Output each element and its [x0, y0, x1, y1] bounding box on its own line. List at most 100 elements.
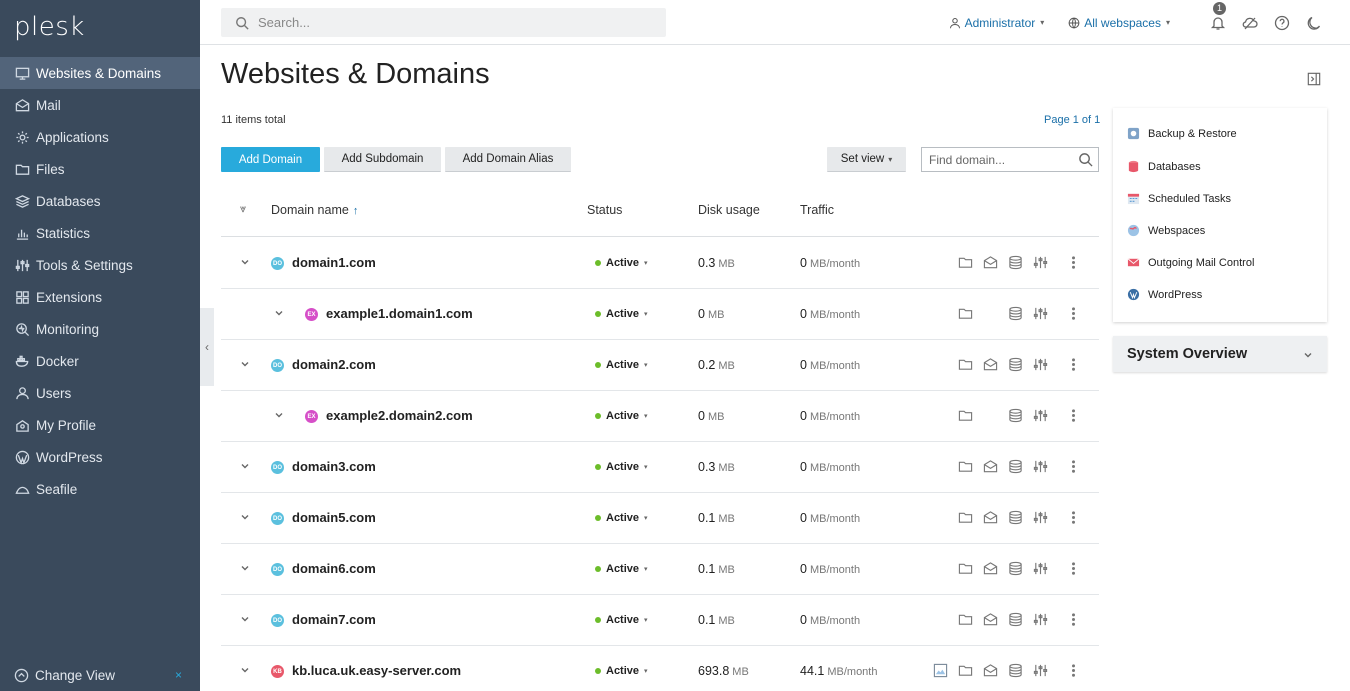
cloud-button[interactable]	[1242, 15, 1258, 31]
database-icon[interactable]	[1008, 663, 1024, 679]
search-icon[interactable]	[1078, 152, 1093, 167]
database-icon[interactable]	[1008, 459, 1024, 475]
more-options-icon[interactable]	[1066, 561, 1082, 577]
sidebar-item-mail[interactable]: Mail	[0, 89, 200, 121]
settings-sliders-icon[interactable]	[1033, 255, 1049, 271]
expand-row-icon[interactable]	[240, 613, 250, 627]
expand-row-icon[interactable]	[274, 307, 284, 321]
status-dropdown[interactable]: Active ▾	[595, 257, 648, 269]
more-options-icon[interactable]	[1066, 357, 1082, 373]
domain-name-link[interactable]: kb.luca.uk.easy-server.com	[292, 663, 461, 678]
settings-sliders-icon[interactable]	[1033, 408, 1049, 424]
status-dropdown[interactable]: Active ▾	[595, 359, 648, 371]
domain-name-link[interactable]: example1.domain1.com	[326, 306, 473, 321]
settings-sliders-icon[interactable]	[1033, 459, 1049, 475]
find-domain-input[interactable]: Find domain...	[921, 147, 1099, 172]
database-icon[interactable]	[1008, 561, 1024, 577]
mail-icon[interactable]	[983, 663, 999, 679]
status-dropdown[interactable]: Active ▾	[595, 410, 648, 422]
more-options-icon[interactable]	[1066, 612, 1082, 628]
expand-row-icon[interactable]	[240, 256, 250, 270]
folder-icon[interactable]	[958, 255, 974, 271]
add-subdomain-button[interactable]: Add Subdomain	[324, 147, 441, 172]
theme-toggle-button[interactable]	[1306, 15, 1322, 31]
sidebar-item-monitoring[interactable]: Monitoring	[0, 313, 200, 345]
sidebar-item-users[interactable]: Users	[0, 377, 200, 409]
wordpress-link[interactable]: WordPress	[1127, 288, 1202, 301]
domain-name-link[interactable]: domain1.com	[292, 255, 376, 270]
expand-row-icon[interactable]	[240, 460, 250, 474]
mail-icon[interactable]	[983, 561, 999, 577]
folder-icon[interactable]	[958, 663, 974, 679]
search-input[interactable]: Search...	[221, 8, 666, 37]
sidebar-item-wordpress[interactable]: WordPress	[0, 441, 200, 473]
domain-name-link[interactable]: domain7.com	[292, 612, 376, 627]
sidebar-item-files[interactable]: Files	[0, 153, 200, 185]
mail-icon[interactable]	[983, 612, 999, 628]
settings-sliders-icon[interactable]	[1033, 306, 1049, 322]
expand-row-icon[interactable]	[240, 511, 250, 525]
close-icon[interactable]: ×	[175, 668, 182, 682]
more-options-icon[interactable]	[1066, 510, 1082, 526]
sidebar-collapse-handle[interactable]: ‹	[200, 308, 214, 386]
database-icon[interactable]	[1008, 357, 1024, 373]
settings-sliders-icon[interactable]	[1033, 663, 1049, 679]
status-dropdown[interactable]: Active ▾	[595, 665, 648, 677]
settings-sliders-icon[interactable]	[1033, 510, 1049, 526]
database-icon[interactable]	[1008, 510, 1024, 526]
expand-all-icon[interactable]: ⩔	[240, 203, 246, 216]
set-view-button[interactable]: Set view ▾	[827, 147, 906, 172]
database-icon[interactable]	[1008, 408, 1024, 424]
mail-icon[interactable]	[983, 459, 999, 475]
add-domain-button[interactable]: Add Domain	[221, 147, 320, 172]
sidebar-item-tools-settings[interactable]: Tools & Settings	[0, 249, 200, 281]
user-menu[interactable]: Administrator ▾	[949, 16, 1044, 30]
scheduled-tasks-link[interactable]: Scheduled Tasks	[1127, 192, 1231, 205]
status-dropdown[interactable]: Active ▾	[595, 563, 648, 575]
mail-icon[interactable]	[983, 255, 999, 271]
help-button[interactable]	[1274, 15, 1290, 31]
webspaces-menu[interactable]: All webspaces ▾	[1068, 16, 1170, 30]
status-dropdown[interactable]: Active ▾	[595, 512, 648, 524]
column-domain-name[interactable]: Domain name ↑	[271, 203, 358, 217]
system-overview-panel[interactable]: System Overview	[1113, 336, 1327, 372]
sidebar-item-websites-domains[interactable]: Websites & Domains	[0, 57, 200, 89]
sidebar-item-my-profile[interactable]: My Profile	[0, 409, 200, 441]
sidebar-item-docker[interactable]: Docker	[0, 345, 200, 377]
pagination-label[interactable]: Page 1 of 1	[1044, 114, 1100, 126]
sidebar-item-applications[interactable]: Applications	[0, 121, 200, 153]
folder-icon[interactable]	[958, 510, 974, 526]
expand-row-icon[interactable]	[274, 409, 284, 423]
change-view-button[interactable]: Change View ×	[0, 659, 200, 691]
domain-name-link[interactable]: example2.domain2.com	[326, 408, 473, 423]
mail-icon[interactable]	[983, 510, 999, 526]
domain-name-link[interactable]: domain3.com	[292, 459, 376, 474]
side-panel-toggle[interactable]	[1307, 72, 1321, 91]
settings-sliders-icon[interactable]	[1033, 612, 1049, 628]
sidebar-item-databases[interactable]: Databases	[0, 185, 200, 217]
more-options-icon[interactable]	[1066, 306, 1082, 322]
domain-name-link[interactable]: domain2.com	[292, 357, 376, 372]
database-icon[interactable]	[1008, 306, 1024, 322]
folder-icon[interactable]	[958, 612, 974, 628]
plesk-logo[interactable]: plesk	[14, 12, 85, 42]
sidebar-item-seafile[interactable]: Seafile	[0, 473, 200, 505]
sidebar-item-extensions[interactable]: Extensions	[0, 281, 200, 313]
notifications-button[interactable]: 1	[1210, 1, 1226, 31]
folder-icon[interactable]	[958, 408, 974, 424]
outgoing-mail-control-link[interactable]: Outgoing Mail Control	[1127, 256, 1254, 269]
more-options-icon[interactable]	[1066, 255, 1082, 271]
settings-sliders-icon[interactable]	[1033, 357, 1049, 373]
backup-restore-link[interactable]: Backup & Restore	[1127, 127, 1237, 140]
expand-row-icon[interactable]	[240, 358, 250, 372]
domain-name-link[interactable]: domain6.com	[292, 561, 376, 576]
folder-icon[interactable]	[958, 561, 974, 577]
add-domain-alias-button[interactable]: Add Domain Alias	[445, 147, 571, 172]
screenshot-icon[interactable]	[933, 663, 949, 679]
folder-icon[interactable]	[958, 306, 974, 322]
sidebar-item-statistics[interactable]: Statistics	[0, 217, 200, 249]
more-options-icon[interactable]	[1066, 459, 1082, 475]
more-options-icon[interactable]	[1066, 408, 1082, 424]
expand-row-icon[interactable]	[240, 664, 250, 678]
status-dropdown[interactable]: Active ▾	[595, 461, 648, 473]
